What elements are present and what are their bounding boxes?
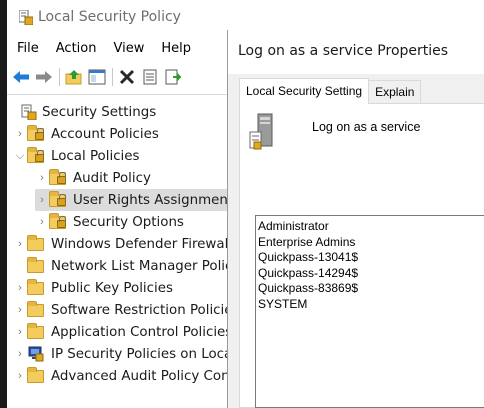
tab-explain[interactable]: Explain — [368, 80, 422, 104]
forward-button[interactable] — [33, 66, 55, 88]
folder-icon — [27, 323, 45, 340]
tree-item-ip-security[interactable]: › IP Security Policies on Local — [13, 343, 227, 365]
list-item[interactable]: Quickpass-83869$ — [258, 281, 484, 297]
toolbar-separator — [59, 68, 60, 86]
folder-icon — [27, 279, 45, 296]
folder-lock-icon — [49, 191, 67, 208]
tree-item-network-list-manager[interactable]: Network List Manager Polic — [13, 255, 227, 277]
folder-lock-icon — [27, 147, 45, 164]
tree-item-software-restriction[interactable]: › Software Restriction Policie — [13, 299, 227, 321]
tree-item-advanced-audit[interactable]: › Advanced Audit Policy Con — [13, 365, 227, 387]
show-hide-tree-icon — [88, 69, 106, 85]
properties-button[interactable] — [139, 66, 161, 88]
back-button[interactable] — [10, 66, 32, 88]
tree-item-public-key-policies[interactable]: › Public Key Policies — [13, 277, 173, 299]
tree-item-user-rights-assignment[interactable]: › User Rights Assignment — [35, 189, 227, 211]
folder-icon — [27, 367, 45, 384]
up-folder-icon — [65, 70, 82, 85]
accounts-listbox[interactable]: Administrator Enterprise Admins Quickpas… — [255, 215, 484, 408]
tree-root-label: Security Settings — [42, 104, 157, 120]
menu-action[interactable]: Action — [46, 38, 97, 60]
chevron-right-icon[interactable]: › — [13, 343, 27, 365]
tree-item-label: Security Options — [73, 214, 184, 230]
list-item[interactable]: Quickpass-13041$ — [258, 250, 484, 266]
tree-item-label: Network List Manager Polic — [51, 258, 227, 274]
tree-item-label: Application Control Policies — [51, 324, 227, 340]
dialog-title: Log on as a service Properties — [238, 43, 449, 59]
window-edge — [0, 0, 7, 408]
tab-local-security-setting[interactable]: Local Security Setting — [239, 78, 370, 104]
list-item[interactable]: Enterprise Admins — [258, 235, 484, 251]
up-one-level-button[interactable] — [63, 66, 85, 88]
folder-lock-icon — [49, 169, 67, 186]
tree-item-account-policies[interactable]: › Account Policies — [13, 123, 159, 145]
chevron-right-icon[interactable]: › — [13, 233, 27, 255]
tree-root-security-settings[interactable]: Security Settings — [21, 101, 156, 123]
security-settings-icon — [21, 104, 37, 121]
folder-icon — [27, 257, 45, 274]
dialog-tabs: Local Security Setting Explain — [239, 78, 422, 104]
toolbar — [7, 64, 227, 90]
no-expander — [13, 255, 27, 277]
tree-item-label: Local Policies — [51, 148, 140, 164]
tree-item-local-policies[interactable]: ⌵ Local Policies — [13, 145, 140, 167]
tree-item-label: Software Restriction Policie — [51, 302, 227, 318]
folder-lock-icon — [27, 125, 45, 142]
chevron-down-icon[interactable]: ⌵ — [13, 145, 27, 167]
chevron-right-icon[interactable]: › — [35, 189, 49, 211]
export-list-icon — [165, 69, 181, 85]
server-policy-icon — [249, 113, 273, 150]
toolbar-separator — [112, 68, 113, 86]
delete-icon — [119, 69, 135, 85]
policy-name: Log on as a service — [312, 120, 421, 134]
tree-item-windows-defender-firewall[interactable]: › Windows Defender Firewall — [13, 233, 227, 255]
export-list-button[interactable] — [162, 66, 184, 88]
list-item[interactable]: SYSTEM — [258, 297, 484, 313]
tree-item-label: Account Policies — [51, 126, 159, 142]
show-hide-console-tree-button[interactable] — [86, 66, 108, 88]
menu-bar: File Action View Help — [7, 38, 198, 60]
chevron-right-icon[interactable]: › — [13, 321, 27, 343]
chevron-right-icon[interactable]: › — [13, 299, 27, 321]
console-tree: Security Settings › Account Policies ⌵ L… — [7, 99, 227, 408]
ip-security-icon — [27, 346, 45, 362]
list-item[interactable]: Administrator — [258, 219, 484, 235]
list-item[interactable]: Quickpass-14294$ — [258, 266, 484, 282]
tree-item-label: User Rights Assignment — [73, 192, 227, 208]
tree-item-label: Windows Defender Firewall — [51, 236, 227, 252]
tree-item-security-options[interactable]: › Security Options — [35, 211, 184, 233]
tree-item-application-control[interactable]: › Application Control Policies — [13, 321, 227, 343]
delete-button[interactable] — [116, 66, 138, 88]
folder-lock-icon — [49, 213, 67, 230]
chevron-right-icon[interactable]: › — [13, 123, 27, 145]
back-arrow-icon — [13, 71, 29, 83]
chevron-right-icon[interactable]: › — [13, 277, 27, 299]
folder-icon — [27, 301, 45, 318]
tree-item-label: IP Security Policies on Local — [51, 346, 227, 362]
window-title: Local Security Policy — [38, 9, 181, 25]
forward-arrow-icon — [36, 71, 52, 83]
properties-icon — [143, 69, 157, 85]
pane-divider — [7, 94, 227, 95]
tree-item-audit-policy[interactable]: › Audit Policy — [35, 167, 151, 189]
folder-icon — [27, 235, 45, 252]
tree-item-label: Public Key Policies — [51, 280, 173, 296]
menu-view[interactable]: View — [103, 38, 144, 60]
menu-file[interactable]: File — [7, 38, 39, 60]
chevron-right-icon[interactable]: › — [13, 365, 27, 387]
tree-item-label: Audit Policy — [73, 170, 151, 186]
menu-help[interactable]: Help — [151, 38, 191, 60]
chevron-right-icon[interactable]: › — [35, 167, 49, 189]
chevron-right-icon[interactable]: › — [35, 211, 49, 233]
tree-item-label: Advanced Audit Policy Con — [51, 368, 227, 384]
security-policy-app-icon — [19, 10, 33, 25]
